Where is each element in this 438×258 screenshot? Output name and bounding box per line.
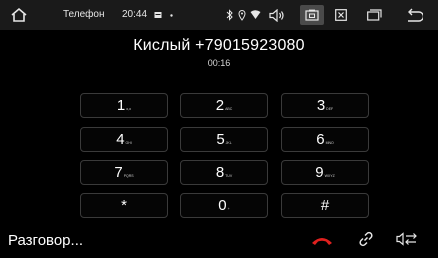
app-title: Телефон	[63, 9, 105, 20]
key-6[interactable]: 6 MNO	[281, 127, 369, 152]
key-2[interactable]: 2 ABC	[180, 93, 268, 118]
key-digit: 3	[316, 97, 326, 114]
call-status: Разговор...	[8, 232, 84, 249]
home-icon[interactable]	[8, 7, 30, 23]
status-bar: Телефон 20:44	[0, 0, 438, 30]
bluetooth-icon	[226, 9, 234, 21]
key-letters: WXYZ	[324, 174, 335, 178]
hang-up-icon[interactable]	[310, 234, 334, 246]
key-digit: 5	[216, 131, 225, 148]
key-digit: 7	[114, 164, 123, 181]
key-letters: +	[227, 207, 230, 211]
key-letters: o,o	[126, 107, 132, 111]
audio-switch-icon[interactable]	[396, 231, 418, 247]
key-letters: TUV	[225, 174, 233, 178]
back-icon[interactable]	[405, 7, 423, 23]
key-star[interactable]: *	[80, 193, 168, 218]
key-5[interactable]: 5 JKL	[180, 127, 268, 152]
key-letters: DEF	[326, 107, 334, 111]
key-7[interactable]: 7 PQRS	[80, 160, 168, 185]
wifi-icon	[249, 9, 261, 21]
key-8[interactable]: 8 TUV	[180, 160, 268, 185]
key-digit: 9	[315, 164, 324, 181]
clock: 20:44	[122, 9, 148, 20]
dot-icon	[169, 13, 173, 17]
screenshot-icon[interactable]	[300, 5, 324, 25]
key-0[interactable]: 0 +	[180, 193, 268, 218]
key-digit: 6	[316, 131, 325, 148]
link-icon[interactable]	[357, 230, 375, 248]
key-letters: ABC	[225, 107, 233, 111]
key-9[interactable]: 9 WXYZ	[281, 160, 369, 185]
key-letters: PQRS	[123, 174, 134, 178]
key-3[interactable]: 3 DEF	[281, 93, 369, 118]
location-icon	[238, 9, 246, 21]
key-digit: 8	[215, 164, 225, 181]
key-digit: #	[320, 197, 330, 214]
key-letters: JKL	[225, 141, 232, 145]
volume-icon[interactable]	[268, 8, 286, 22]
key-hash[interactable]: #	[281, 193, 369, 218]
close-app-icon[interactable]	[334, 8, 348, 22]
key-letters: GHI	[125, 141, 132, 145]
caller-name: Кислый +79015923080	[133, 37, 305, 54]
key-digit: 2	[215, 97, 225, 114]
key-4[interactable]: 4 GHI	[80, 127, 168, 152]
key-digit: 4	[116, 131, 125, 148]
key-letters: MNO	[325, 141, 334, 145]
call-duration: 00:16	[207, 58, 231, 68]
key-1[interactable]: 1 o,o	[80, 93, 168, 118]
recent-apps-icon[interactable]	[366, 8, 382, 22]
key-digit: 0	[218, 197, 227, 214]
key-digit: *	[121, 197, 127, 214]
key-digit: 1	[116, 97, 126, 114]
notification-icon	[153, 10, 163, 20]
